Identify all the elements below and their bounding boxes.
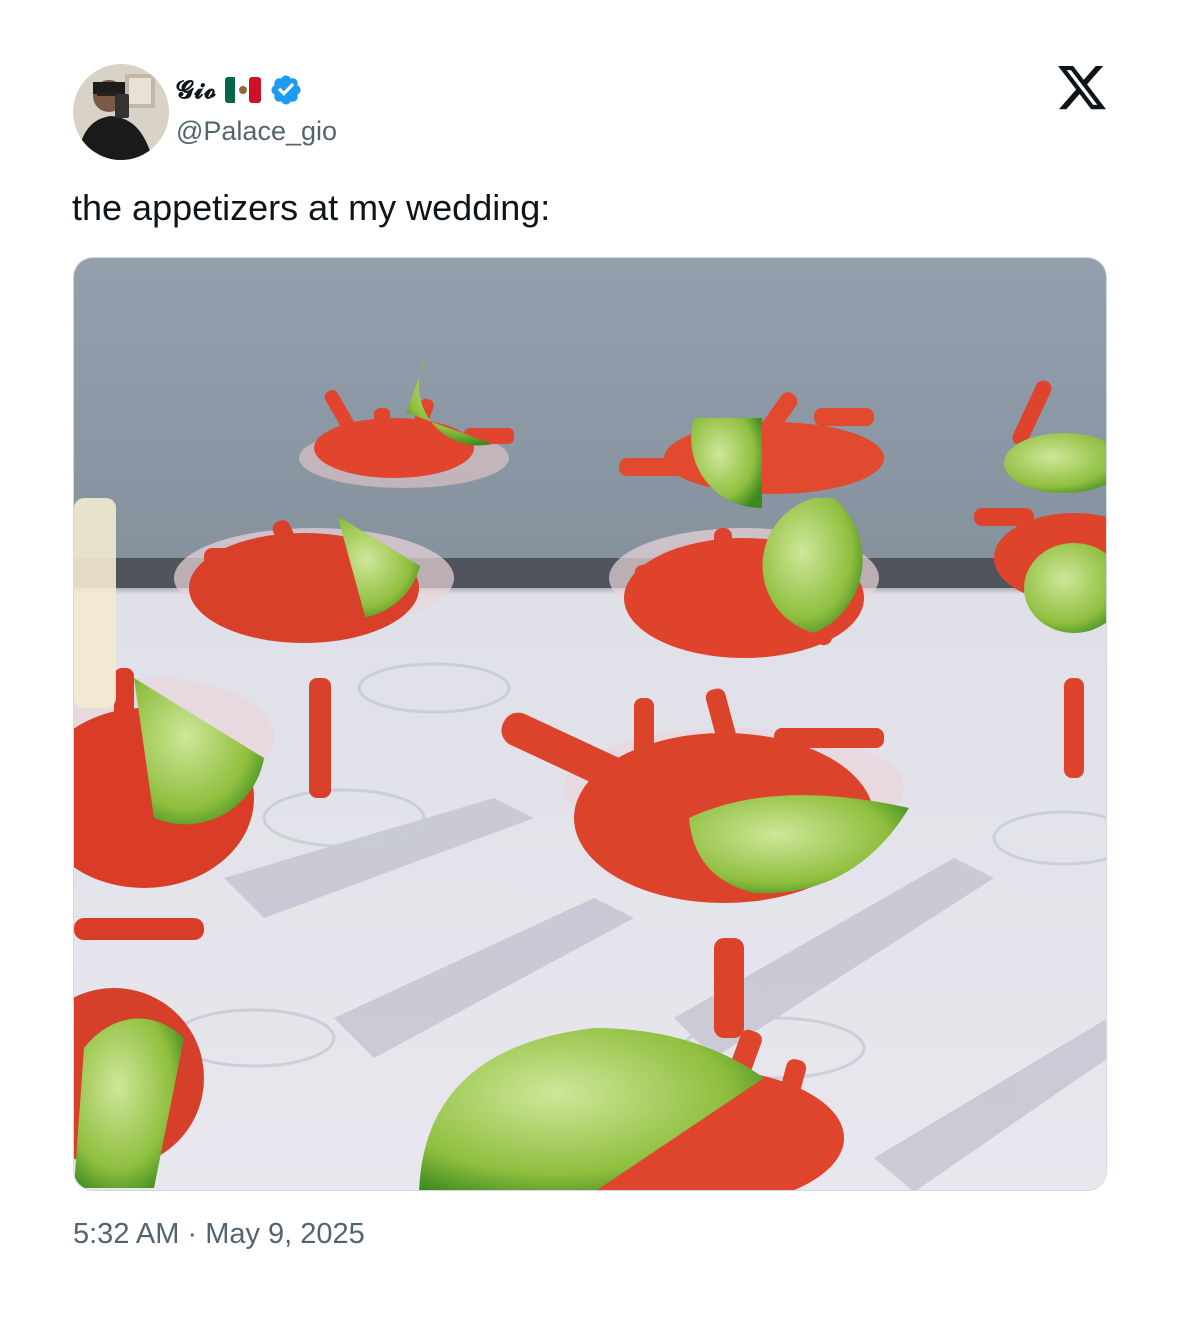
- author-display-name[interactable]: 𝓖𝓲𝓸: [176, 76, 217, 105]
- tweet-photo[interactable]: [73, 257, 1107, 1191]
- tweet-time: 5:32 AM: [73, 1218, 180, 1250]
- timestamp-separator: ·: [179, 1218, 206, 1250]
- mexico-flag-icon: [225, 77, 262, 103]
- author-handle[interactable]: @Palace_gio: [176, 116, 337, 147]
- tweet-text: the appetizers at my wedding:: [72, 187, 551, 228]
- verified-badge-icon: [271, 75, 301, 105]
- author-avatar[interactable]: [73, 64, 169, 160]
- x-logo-icon[interactable]: [1058, 66, 1106, 110]
- avatar-image: [73, 64, 169, 160]
- photo-illustration: [74, 258, 1106, 1190]
- tweet-date: May 9, 2025: [205, 1218, 365, 1250]
- tweet-timestamp[interactable]: 5:32 AM · May 9, 2025: [73, 1218, 365, 1251]
- author-name-row: 𝓖𝓲𝓸: [176, 72, 303, 108]
